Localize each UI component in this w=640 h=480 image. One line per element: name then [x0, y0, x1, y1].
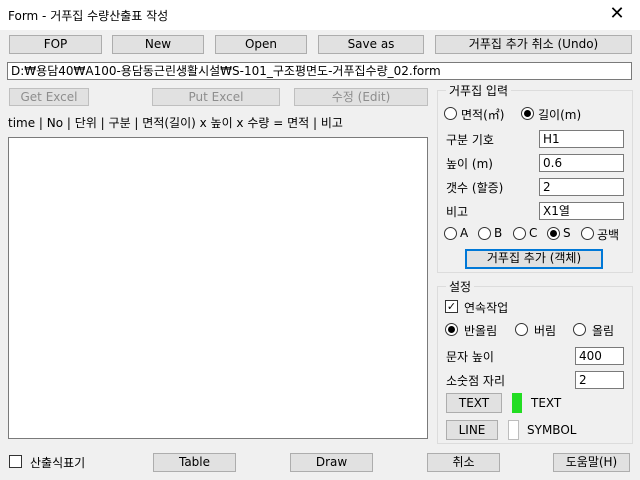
round-half-label: 반올림 — [464, 324, 498, 338]
round-up-label: 올림 — [592, 324, 615, 338]
open-button[interactable]: Open — [215, 35, 307, 54]
decimal-label: 소숫점 자리 — [446, 374, 506, 388]
checkmark-icon: ✓ — [446, 300, 457, 313]
undo-button[interactable]: 거푸집 추가 취소 (Undo) — [435, 35, 632, 54]
option-s-label: S — [563, 226, 571, 240]
text-height-field[interactable]: 400 — [575, 347, 624, 365]
area-radio[interactable] — [444, 107, 457, 120]
option-blank-radio[interactable] — [581, 227, 594, 240]
line-color-swatch — [508, 420, 519, 440]
option-c-radio[interactable] — [513, 227, 526, 240]
help-button[interactable]: 도움말(H) — [553, 453, 630, 472]
area-radio-label: 면적(㎡) — [461, 108, 505, 122]
new-button[interactable]: New — [112, 35, 204, 54]
text-color-label: TEXT — [531, 396, 562, 410]
symbol-field[interactable]: H1 — [539, 130, 624, 148]
symbol-label: 구분 기호 — [446, 133, 494, 147]
note-field[interactable]: X1열 — [539, 202, 624, 220]
option-s-radio[interactable] — [547, 227, 560, 240]
round-down-radio[interactable] — [515, 323, 528, 336]
round-up-radio[interactable] — [573, 323, 586, 336]
count-label: 갯수 (할증) — [446, 181, 504, 195]
add-formwork-button[interactable]: 거푸집 추가 (객체) — [465, 249, 603, 269]
option-c-label: C — [529, 226, 538, 240]
close-icon[interactable]: ✕ — [594, 0, 640, 30]
file-path-field[interactable]: D:₩용담40₩A100-용담동근린생활시설₩S-101_구조평면도-거푸집수량… — [7, 62, 632, 80]
text-color-swatch — [512, 393, 522, 413]
edit-button[interactable]: 수정 (Edit) — [294, 88, 428, 106]
column-header-line: time | No | 단위 | 구분 | 면적(길이) x 높이 x 수량 =… — [8, 116, 343, 130]
text-height-label: 문자 높이 — [446, 350, 494, 364]
height-field[interactable]: 0.6 — [539, 154, 624, 172]
line-color-button[interactable]: LINE — [446, 420, 498, 440]
note-label: 비고 — [446, 205, 469, 219]
decimal-field[interactable]: 2 — [575, 371, 624, 389]
continuous-label: 연속작업 — [464, 301, 509, 315]
symbol-color-label: SYMBOL — [527, 423, 577, 437]
input-group-title: 거푸집 입력 — [446, 82, 512, 99]
calculation-list[interactable] — [8, 137, 428, 439]
calc-table-label: 산출식표기 — [30, 456, 86, 470]
put-excel-button[interactable]: Put Excel — [152, 88, 280, 106]
table-button[interactable]: Table — [153, 453, 236, 472]
length-radio[interactable] — [521, 107, 534, 120]
round-down-label: 버림 — [534, 324, 557, 338]
height-label: 높이 (m) — [446, 157, 493, 171]
calc-table-checkbox[interactable] — [9, 455, 22, 468]
length-radio-label: 길이(m) — [538, 108, 582, 122]
continuous-checkbox[interactable]: ✓ — [445, 300, 458, 313]
cancel-button[interactable]: 취소 — [427, 453, 500, 472]
text-color-button[interactable]: TEXT — [446, 393, 502, 413]
option-blank-label: 공백 — [597, 228, 620, 242]
fop-button[interactable]: FOP — [9, 35, 102, 54]
option-b-label: B — [494, 226, 503, 240]
option-a-label: A — [460, 226, 469, 240]
option-a-radio[interactable] — [444, 227, 457, 240]
draw-button[interactable]: Draw — [290, 453, 373, 472]
option-b-radio[interactable] — [478, 227, 491, 240]
window-title: Form - 거푸집 수량산출표 작성 — [8, 9, 169, 23]
count-field[interactable]: 2 — [539, 178, 624, 196]
get-excel-button[interactable]: Get Excel — [9, 88, 89, 106]
settings-group-title: 설정 — [446, 278, 475, 295]
title-bar: Form - 거푸집 수량산출표 작성 ✕ — [0, 0, 640, 30]
save-as-button[interactable]: Save as — [318, 35, 424, 54]
round-half-radio[interactable] — [445, 323, 458, 336]
